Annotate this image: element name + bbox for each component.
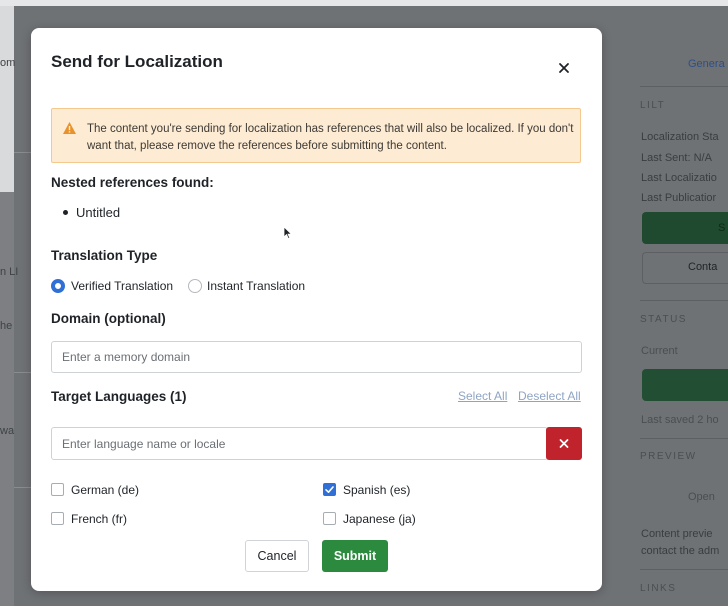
background-left-fragment: n LI (0, 266, 19, 278)
side-divider (640, 438, 728, 439)
cancel-button[interactable]: Cancel (245, 540, 309, 572)
translation-type-label: Translation Type (51, 248, 158, 263)
language-label-french[interactable]: French (fr) (71, 512, 127, 526)
preview-desc: Content previe (641, 528, 713, 540)
lilt-row: Last Sent: N/A (641, 152, 712, 164)
section-lilt: LILT (640, 100, 666, 111)
lilt-row: Last Localizatio (641, 172, 717, 184)
domain-label: Domain (optional) (51, 311, 166, 326)
language-label-japanese[interactable]: Japanese (ja) (343, 512, 416, 526)
checkbox-french[interactable] (51, 512, 64, 525)
checkbox-japanese[interactable] (323, 512, 336, 525)
bullet-icon (63, 210, 68, 215)
submit-button[interactable]: Submit (322, 540, 388, 572)
preview-open: Open (688, 491, 715, 503)
close-button[interactable] (555, 59, 573, 77)
target-languages-label: Target Languages (1) (51, 389, 187, 404)
background-left-fragment: wa (0, 425, 15, 437)
warning-triangle-icon (63, 122, 76, 134)
section-status: STATUS (640, 314, 687, 325)
deselect-all-link[interactable]: Deselect All (518, 389, 581, 403)
preview-desc: contact the adm (641, 545, 720, 557)
side-contact-button: Conta (642, 252, 728, 284)
dialog-title: Send for Localization (51, 52, 223, 71)
background-left-card (0, 6, 14, 192)
side-divider (640, 569, 728, 570)
tab-general: Genera (688, 58, 725, 70)
select-all-link[interactable]: Select All (458, 389, 507, 403)
checkmark-icon (325, 486, 334, 493)
lilt-row: Last Publicatior (641, 192, 717, 204)
background-left-fragment: he (0, 320, 13, 332)
nested-references-label: Nested references found: (51, 175, 214, 190)
radio-instant-translation[interactable] (188, 279, 202, 293)
checkbox-german[interactable] (51, 483, 64, 496)
radio-label-verified[interactable]: Verified Translation (71, 279, 173, 293)
mouse-cursor-icon (283, 226, 293, 240)
side-status-button (642, 369, 728, 401)
lilt-row: Localization Sta (641, 131, 719, 143)
reference-name: Untitled (76, 205, 121, 220)
radio-verified-translation[interactable] (51, 279, 65, 293)
close-icon (559, 439, 569, 448)
warning-text: The content you're sending for localizat… (87, 123, 574, 152)
side-send-button: S (642, 212, 728, 244)
status-current: Current (641, 345, 678, 357)
send-for-localization-dialog: Send for Localization The content you're… (31, 28, 602, 591)
radio-label-instant[interactable]: Instant Translation (207, 279, 305, 293)
language-label-spanish[interactable]: Spanish (es) (343, 483, 410, 497)
background-side-panel: Genera LILT Localization Sta Last Sent: … (602, 6, 728, 606)
background-left-fragment: om (0, 57, 16, 69)
checkbox-spanish[interactable] (323, 483, 336, 496)
side-divider (640, 300, 728, 301)
close-icon (559, 63, 569, 73)
side-divider (640, 86, 728, 87)
last-saved: Last saved 2 ho (641, 414, 719, 426)
section-links: LINKS (640, 583, 677, 594)
list-item: Untitled (63, 205, 120, 220)
memory-domain-input[interactable] (51, 341, 582, 373)
language-label-german[interactable]: German (de) (71, 483, 139, 497)
clear-languages-button[interactable] (546, 427, 582, 460)
warning-alert: The content you're sending for localizat… (51, 108, 581, 163)
language-search-input[interactable] (51, 427, 548, 460)
section-preview: PREVIEW (640, 451, 697, 462)
